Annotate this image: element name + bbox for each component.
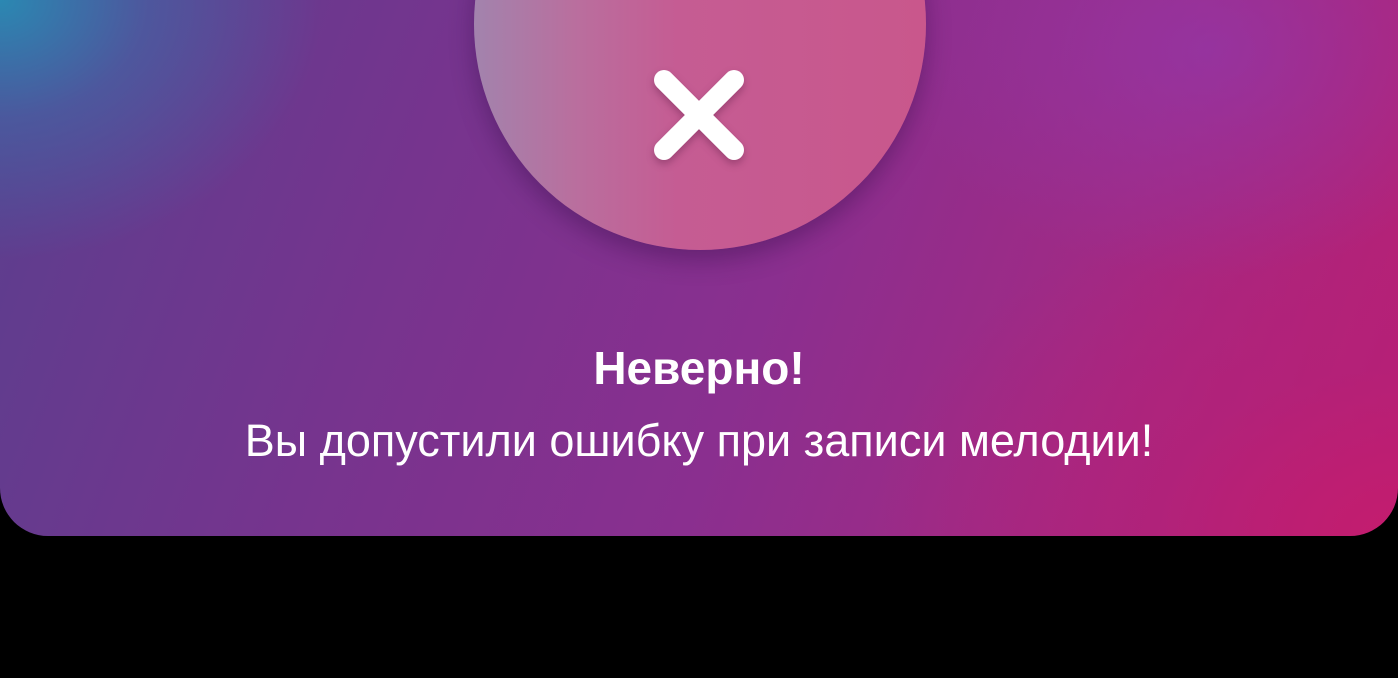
dialog-title: Неверно!: [593, 342, 805, 394]
close-icon: [654, 70, 744, 160]
result-dialog: Неверно! Вы допустили ошибку при записи …: [0, 0, 1398, 536]
screen: Неверно! Вы допустили ошибку при записи …: [0, 0, 1398, 678]
dialog-message: Вы допустили ошибку при записи мелодии!: [244, 415, 1154, 466]
